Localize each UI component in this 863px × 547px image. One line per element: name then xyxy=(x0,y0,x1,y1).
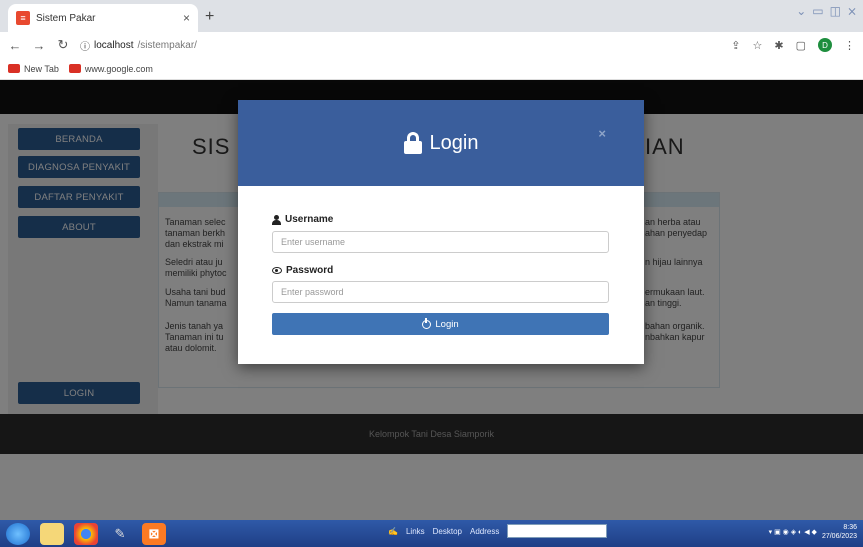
menu-icon[interactable]: ⋮ xyxy=(844,39,855,52)
address-toolbar-label: Address xyxy=(470,526,500,536)
power-icon xyxy=(422,317,432,329)
forward-icon[interactable]: → xyxy=(32,38,46,53)
url-path: /sistempakar/ xyxy=(137,39,197,51)
tab-title: Sistem Pakar xyxy=(36,12,96,24)
paint-icon[interactable]: ✎ xyxy=(108,523,132,545)
username-label-text: Username xyxy=(285,214,334,225)
site-info-icon[interactable]: ⓘ xyxy=(80,38,90,53)
notepad-icon[interactable]: ✍ xyxy=(388,527,398,536)
modal-title: Login xyxy=(429,131,479,154)
close-window-icon[interactable]: ⨯ xyxy=(847,4,857,18)
login-submit-label: Login xyxy=(435,318,459,330)
eye-icon xyxy=(272,267,282,274)
youtube-icon xyxy=(8,64,20,73)
user-icon xyxy=(272,214,281,225)
clock-date: 27/06/2023 xyxy=(821,533,857,540)
password-input[interactable] xyxy=(272,281,609,303)
bookmark-label: New Tab xyxy=(24,63,59,74)
extensions-icon[interactable]: ✱ xyxy=(774,39,783,52)
login-submit-button[interactable]: Login xyxy=(272,313,609,335)
os-taskbar: ✎ ⊠ ✍ Links Desktop Address ▾ ▣ ◉ ◈ ◐ ◀ … xyxy=(0,520,863,547)
password-label-text: Password xyxy=(286,265,334,276)
username-label: Username xyxy=(272,214,333,225)
tray-icons[interactable]: ▾ ▣ ◉ ◈ ◐ ◀ ◆ xyxy=(769,528,817,536)
modal-close-button[interactable]: × xyxy=(598,126,606,141)
explorer-icon[interactable] xyxy=(40,522,64,545)
tab-close-icon[interactable]: × xyxy=(183,11,190,25)
bookmark-star-icon[interactable]: ☆ xyxy=(753,39,763,52)
browser-toolbar: ← → ↻ ⓘ localhost/sistempakar/ ⇪ ☆ ✱ ▢ D… xyxy=(0,32,863,58)
reload-icon[interactable]: ↻ xyxy=(56,37,70,53)
browser-tab[interactable]: ≡ Sistem Pakar × xyxy=(8,4,198,32)
share-icon[interactable]: ⇪ xyxy=(731,39,740,52)
profile-avatar[interactable]: D xyxy=(818,38,832,52)
links-toolbar[interactable]: Links xyxy=(406,527,425,536)
sidepanel-icon[interactable]: ▢ xyxy=(796,39,806,52)
minimize-icon[interactable]: ▭ xyxy=(812,4,823,18)
start-button[interactable] xyxy=(6,522,30,545)
system-tray: ▾ ▣ ◉ ◈ ◐ ◀ ◆ 8:36 27/06/2023 xyxy=(769,523,857,541)
bookmarks-bar: New Tab www.google.com xyxy=(0,58,863,80)
password-label: Password xyxy=(272,265,333,276)
youtube-icon xyxy=(68,64,81,73)
login-modal: Login × Username Password Login xyxy=(238,100,644,364)
maximize-icon[interactable]: ◫ xyxy=(830,4,841,18)
window-controls: ⌄ ▭ ◫ ⨯ xyxy=(796,4,857,18)
back-icon[interactable]: ← xyxy=(8,38,22,53)
new-tab-button[interactable]: + xyxy=(205,8,214,26)
address-toolbar-input[interactable] xyxy=(507,524,608,538)
tab-search-icon[interactable]: ⌄ xyxy=(796,4,806,18)
bookmark-label: www.google.com xyxy=(84,63,153,74)
lock-icon xyxy=(403,132,422,154)
chrome-icon[interactable] xyxy=(74,522,98,545)
bookmark-new-tab[interactable]: New Tab xyxy=(8,64,59,74)
site-favicon-icon: ≡ xyxy=(16,11,30,25)
clock[interactable]: 8:36 27/06/2023 xyxy=(822,523,857,541)
desktop-toolbar[interactable]: Desktop xyxy=(433,527,462,536)
clock-time: 8:36 xyxy=(843,524,857,531)
xampp-icon[interactable]: ⊠ xyxy=(142,522,166,545)
url-host: localhost xyxy=(94,39,134,51)
tab-strip: ≡ Sistem Pakar × + ⌄ ▭ ◫ ⨯ xyxy=(0,0,863,32)
modal-header: Login × xyxy=(238,100,644,186)
username-input[interactable] xyxy=(272,231,609,253)
bookmark-google[interactable]: www.google.com xyxy=(68,63,153,74)
address-bar[interactable]: ⓘ localhost/sistempakar/ xyxy=(80,35,721,55)
